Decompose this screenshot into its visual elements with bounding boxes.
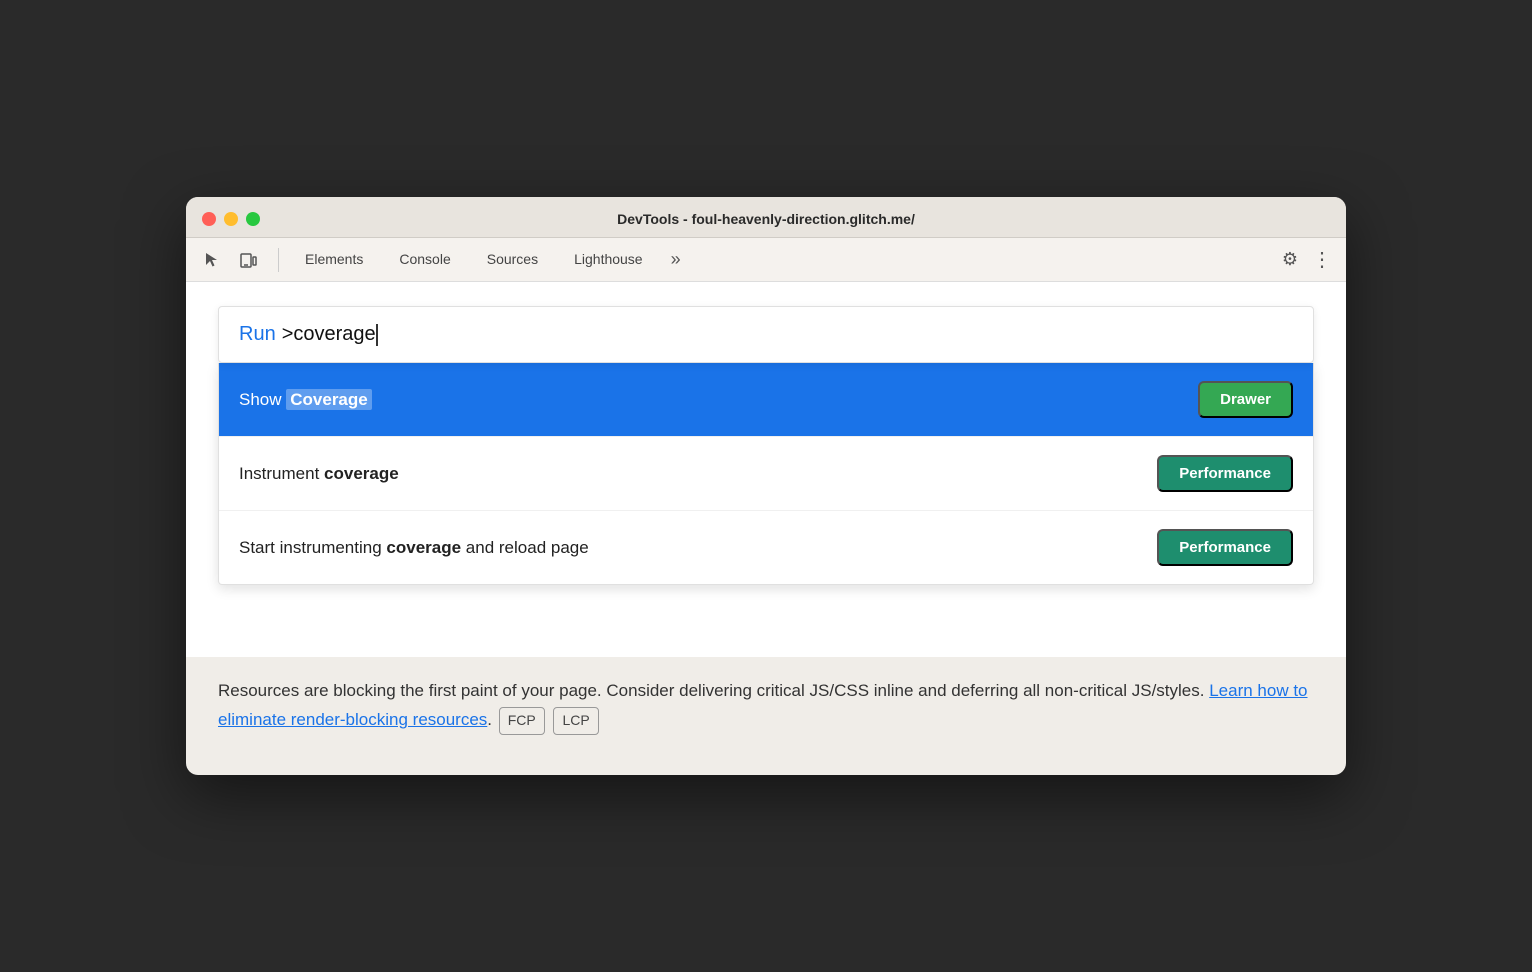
bottom-text-body: Resources are blocking the first paint o… xyxy=(218,681,1204,700)
close-button[interactable] xyxy=(202,212,216,226)
tab-lighthouse[interactable]: Lighthouse xyxy=(556,238,661,282)
bold-coverage-1: coverage xyxy=(324,464,399,483)
main-content: Run >coverage Show Coverage Drawer Instr… xyxy=(186,282,1346,657)
drawer-badge[interactable]: Drawer xyxy=(1198,381,1293,418)
tab-elements[interactable]: Elements xyxy=(287,238,381,282)
device-toolbar-icon[interactable] xyxy=(234,246,262,274)
command-input-row: Run >coverage xyxy=(239,323,1293,346)
minimize-button[interactable] xyxy=(224,212,238,226)
dropdown-item-text-start-instrumenting: Start instrumenting coverage and reload … xyxy=(239,538,589,558)
dropdown-item-text-instrument-coverage: Instrument coverage xyxy=(239,464,399,484)
performance-badge-2[interactable]: Performance xyxy=(1157,529,1293,566)
window-title: DevTools - foul-heavenly-direction.glitc… xyxy=(617,211,915,227)
traffic-lights xyxy=(202,212,260,226)
dropdown-item-text-show-coverage: Show Coverage xyxy=(239,390,372,410)
maximize-button[interactable] xyxy=(246,212,260,226)
run-label: Run xyxy=(239,323,276,346)
dropdown-item-instrument-coverage[interactable]: Instrument coverage Performance xyxy=(219,437,1313,511)
dropdown-item-start-instrumenting[interactable]: Start instrumenting coverage and reload … xyxy=(219,511,1313,584)
tab-bar-icons xyxy=(198,246,262,274)
fcp-tag: FCP xyxy=(499,707,545,735)
more-tabs-button[interactable]: » xyxy=(661,238,691,282)
title-bar: DevTools - foul-heavenly-direction.glitc… xyxy=(186,197,1346,238)
devtools-window: DevTools - foul-heavenly-direction.glitc… xyxy=(186,197,1346,775)
lcp-tag: LCP xyxy=(553,707,598,735)
more-options-icon[interactable]: ⋮ xyxy=(1310,248,1334,272)
command-bar: Run >coverage xyxy=(218,306,1314,363)
tab-console[interactable]: Console xyxy=(381,238,468,282)
cursor-icon[interactable] xyxy=(198,246,226,274)
tab-sources[interactable]: Sources xyxy=(469,238,556,282)
performance-badge-1[interactable]: Performance xyxy=(1157,455,1293,492)
command-input-text[interactable]: >coverage xyxy=(282,323,376,346)
settings-icon[interactable]: ⚙ xyxy=(1274,244,1306,276)
highlight-coverage: Coverage xyxy=(286,389,371,410)
dropdown-item-show-coverage[interactable]: Show Coverage Drawer xyxy=(219,363,1313,437)
bold-coverage-2: coverage xyxy=(386,538,461,557)
bottom-content: Resources are blocking the first paint o… xyxy=(186,657,1346,775)
cursor xyxy=(376,324,378,346)
bottom-paragraph: Resources are blocking the first paint o… xyxy=(218,677,1314,735)
tab-divider xyxy=(278,248,279,272)
command-dropdown: Show Coverage Drawer Instrument coverage… xyxy=(218,363,1314,585)
tab-bar: Elements Console Sources Lighthouse » ⚙ … xyxy=(186,238,1346,282)
